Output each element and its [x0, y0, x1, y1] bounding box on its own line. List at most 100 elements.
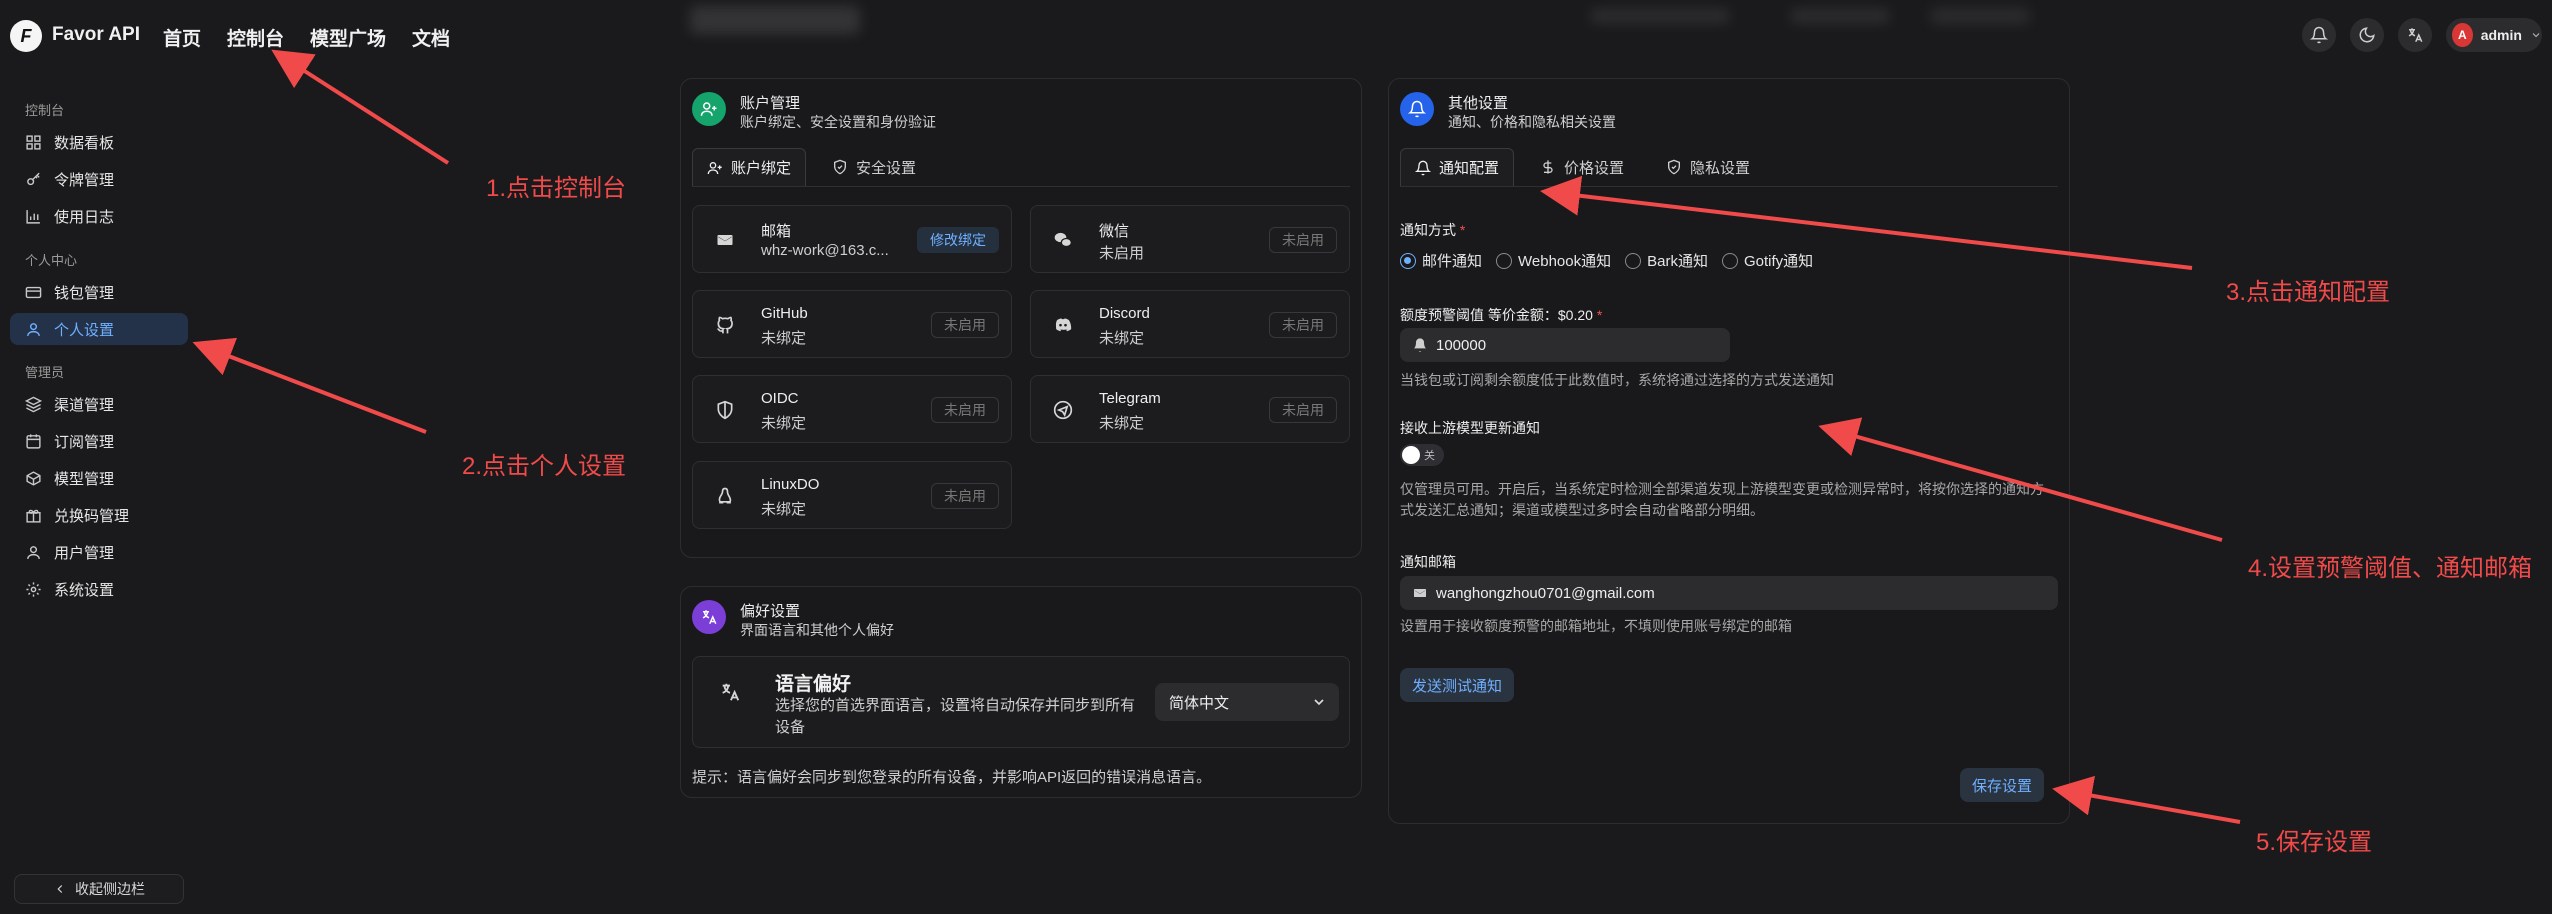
upstream-notify-help: 仅管理员可用。开启后，当系统定时检测全部渠道发现上游模型变更或检测异常时，将按你… [1400, 481, 2044, 518]
sidebar-item-dashboard[interactable]: 数据看板 [10, 126, 188, 158]
tab-label: 安全设置 [856, 159, 917, 177]
sidebar-item-redeem-codes[interactable]: 兑换码管理 [10, 499, 188, 531]
nav-docs[interactable]: 文档 [412, 24, 450, 51]
binding-linuxdo: LinuxDO 未绑定 未启用 [692, 461, 1012, 529]
binding-wechat: 微信 未启用 未启用 [1030, 205, 1350, 273]
radio-email-notify[interactable]: 邮件通知 [1400, 250, 1482, 271]
sidebar-item-system-settings[interactable]: 系统设置 [10, 573, 188, 605]
tab-notification-config[interactable]: 通知配置 [1400, 148, 1515, 186]
sidebar-item-label: 模型管理 [54, 470, 115, 488]
user-plus-icon [707, 161, 722, 174]
notification-button[interactable] [2302, 18, 2336, 52]
sidebar-item-label: 订阅管理 [54, 433, 115, 451]
radio-bark-notify[interactable]: Bark通知 [1625, 250, 1708, 271]
brand-name[interactable]: Favor API [52, 24, 140, 46]
wallet-icon [25, 286, 42, 298]
calendar-icon [26, 433, 41, 449]
sidebar-item-label: 钱包管理 [54, 284, 115, 302]
mail-icon [717, 235, 733, 245]
language-button[interactable] [2398, 18, 2432, 52]
save-settings-button[interactable]: 保存设置 [1960, 768, 2045, 802]
collapse-sidebar-label: 收起侧边栏 [75, 881, 145, 897]
tab-account-binding[interactable]: 账户绑定 [692, 148, 807, 186]
sidebar-item-channels[interactable]: 渠道管理 [10, 388, 188, 420]
binding-disabled-button[interactable]: 未启用 [1269, 227, 1337, 253]
sidebar-item-wallet[interactable]: 钱包管理 [10, 276, 188, 308]
language-select[interactable]: 简体中文 [1155, 683, 1339, 721]
required-mark: * [1596, 307, 1603, 323]
blurred-area [690, 6, 860, 34]
upstream-notify-toggle[interactable]: 关 [1400, 444, 1444, 466]
bell-icon [2310, 26, 2328, 44]
nav-home[interactable]: 首页 [163, 24, 201, 51]
threshold-value: 100000 [1436, 336, 1487, 354]
nav-console[interactable]: 控制台 [227, 24, 284, 51]
threshold-input[interactable]: 100000 [1400, 328, 1730, 362]
sidebar-item-models[interactable]: 模型管理 [10, 462, 188, 494]
radio-webhook-notify[interactable]: Webhook通知 [1496, 250, 1611, 271]
sidebar-item-label: 渠道管理 [54, 396, 115, 414]
notify-email-help: 设置用于接收额度预警的邮箱地址，不填则使用账号绑定的邮箱 [1400, 618, 1792, 634]
radio-gotify-notify[interactable]: Gotify通知 [1721, 250, 1813, 271]
binding-disabled-button[interactable]: 未启用 [931, 483, 999, 509]
blurred-area [1590, 8, 1730, 24]
binding-name: 微信 [1099, 223, 1130, 240]
shield-check-icon [1668, 159, 1680, 175]
sidebar-item-subscriptions[interactable]: 订阅管理 [10, 425, 188, 457]
telegram-icon [1053, 400, 1073, 420]
account-card-icon [692, 92, 726, 126]
logo-icon[interactable]: F [10, 20, 42, 52]
sidebar-item-label: 个人设置 [54, 321, 115, 339]
binding-name: 邮箱 [761, 223, 792, 240]
sidebar-section-title: 个人中心 [25, 253, 78, 268]
threshold-label: 额度预警阈值 等价金额：$0.20 * [1400, 305, 1602, 325]
binding-disabled-button[interactable]: 未启用 [1269, 397, 1337, 423]
notify-email-input[interactable]: wanghongzhou0701@gmail.com [1400, 576, 2058, 610]
bell-icon [1414, 338, 1426, 352]
gift-icon [26, 509, 41, 523]
preference-card-title: 偏好设置 [740, 603, 801, 620]
account-card-title: 账户管理 [740, 95, 801, 112]
wechat-icon [1054, 232, 1072, 248]
sidebar-item-label: 令牌管理 [54, 171, 115, 189]
tab-security-settings[interactable]: 安全设置 [818, 148, 930, 186]
chevron-left-icon [57, 885, 63, 893]
notify-email-label: 通知邮箱 [1400, 554, 1456, 570]
send-test-notification-button[interactable]: 发送测试通知 [1400, 668, 1515, 702]
sidebar-item-tokens[interactable]: 令牌管理 [10, 163, 188, 195]
nav-model-plaza[interactable]: 模型广场 [310, 24, 386, 51]
tab-divider [692, 186, 1350, 187]
language-hint: 提示：语言偏好会同步到您登录的所有设备，并影响API返回的错误消息语言。 [692, 769, 1212, 786]
key-icon [27, 172, 40, 185]
collapse-sidebar-button[interactable]: 收起侧边栏 [14, 874, 184, 904]
binding-disabled-button[interactable]: 未启用 [931, 312, 999, 338]
tab-label: 价格设置 [1564, 159, 1625, 177]
binding-value: 未启用 [1099, 245, 1145, 262]
threshold-help: 当钱包或订阅剩余额度低于此数值时，系统将通过选择的方式发送通知 [1400, 372, 1834, 388]
sidebar-item-users[interactable]: 用户管理 [10, 536, 188, 568]
translate-icon [702, 610, 717, 625]
discord-icon [1055, 318, 1072, 332]
other-settings-subtitle: 通知、价格和隐私相关设置 [1448, 114, 1616, 130]
tab-label: 通知配置 [1439, 160, 1500, 177]
mail-icon [1414, 589, 1426, 597]
tab-divider [1400, 186, 2058, 187]
binding-disabled-button[interactable]: 未启用 [1269, 312, 1337, 338]
user-plus-icon [700, 102, 717, 116]
toggle-knob [1402, 446, 1420, 464]
translate-icon [2408, 28, 2423, 43]
tab-price-settings[interactable]: 价格设置 [1526, 148, 1638, 186]
avatar: A [2452, 23, 2473, 47]
binding-disabled-button[interactable]: 未启用 [931, 397, 999, 423]
theme-toggle-button[interactable] [2350, 18, 2384, 52]
tab-privacy-settings[interactable]: 隐私设置 [1652, 148, 1764, 186]
sidebar-item-label: 系统设置 [54, 581, 115, 599]
sidebar-item-label: 数据看板 [54, 134, 115, 152]
tab-label: 账户绑定 [731, 160, 792, 177]
user-menu[interactable]: A admin [2446, 18, 2542, 52]
modify-binding-button[interactable]: 修改绑定 [917, 227, 999, 253]
radio-dot [1496, 252, 1513, 269]
sidebar-item-personal-settings[interactable]: 个人设置 [10, 313, 188, 345]
sidebar-item-logs[interactable]: 使用日志 [10, 200, 188, 232]
radio-label: 邮件通知 [1422, 253, 1483, 270]
